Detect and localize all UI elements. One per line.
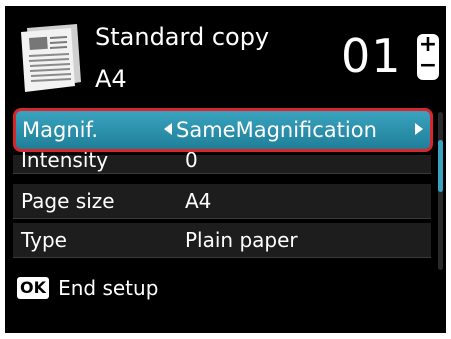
menu-item-intensity[interactable]: Intensity 0 [13,148,431,174]
copy-count-stepper[interactable]: + − [417,34,439,80]
arrow-right-icon[interactable] [415,123,423,135]
footer-action-label: End setup [58,276,159,300]
minus-icon[interactable]: − [417,55,439,77]
menu-item-type[interactable]: Type Plain paper [13,223,431,258]
menu-item-label: Page size [21,189,115,213]
lcd-screen: Standard copy A4 01 + − Intensity 0 Page… [5,6,446,333]
menu-item-label: Type [21,228,67,252]
ok-button-icon[interactable]: OK [17,277,49,299]
menu-item-value: SameMagnification [176,118,377,142]
copy-mode-title: Standard copy [95,23,270,51]
scrollbar[interactable] [438,112,443,270]
menu-item-value: A4 [185,189,212,213]
menu-item-magnification[interactable]: Magnif. SameMagnification [13,108,433,152]
copy-count: 01 [341,29,402,83]
arrow-left-icon[interactable] [164,123,172,135]
menu-item-value: Plain paper [185,228,298,252]
paper-size-label: A4 [95,65,127,93]
scrollbar-thumb[interactable] [438,140,443,192]
footer-hint: OK End setup [17,274,158,302]
menu-item-page-size[interactable]: Page size A4 [13,184,431,219]
settings-menu: Intensity 0 Page size A4 Type Plain pape… [13,103,433,271]
menu-item-label: Magnif. [22,118,99,142]
document-icon [21,24,81,92]
